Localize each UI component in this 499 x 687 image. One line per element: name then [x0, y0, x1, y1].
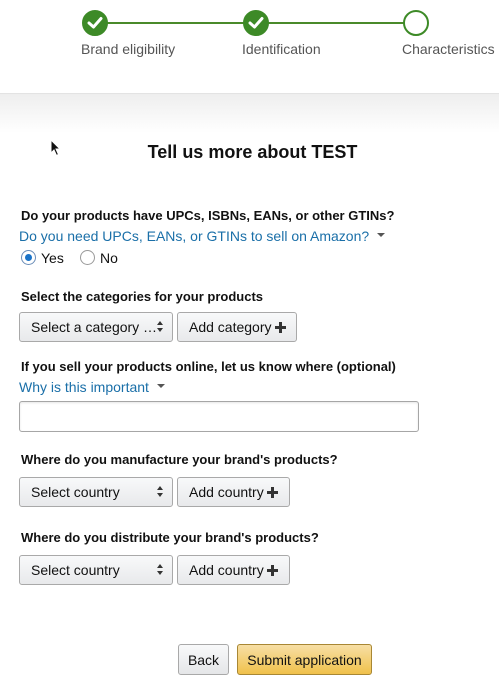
- step-label-identification: Identification: [242, 41, 321, 57]
- caret-down-icon: [377, 233, 386, 238]
- add-category-button[interactable]: Add category: [177, 312, 297, 342]
- manufacture-country-select[interactable]: Select country: [19, 477, 173, 507]
- radio-no[interactable]: [80, 250, 95, 265]
- add-country-label: Add country: [189, 562, 264, 578]
- gtin-help-link[interactable]: Do you need UPCs, EANs, or GTINs to sell…: [19, 228, 386, 244]
- add-manufacture-country-button[interactable]: Add country: [177, 477, 290, 507]
- plus-icon: [275, 322, 286, 333]
- select-arrows-icon: [157, 564, 164, 576]
- plus-icon: [267, 487, 278, 498]
- categories-question: Select the categories for your products: [21, 289, 264, 304]
- why-important-link[interactable]: Why is this important: [19, 379, 165, 395]
- header-separator: [0, 93, 499, 133]
- add-distribute-country-button[interactable]: Add country: [177, 555, 290, 585]
- step-label-brand-eligibility: Brand eligibility: [81, 41, 176, 57]
- distribute-select-value: Select country: [31, 562, 120, 578]
- why-important-link-text[interactable]: Why is this important: [19, 379, 149, 395]
- caret-down-icon: [156, 384, 165, 389]
- select-arrows-icon: [157, 321, 164, 333]
- step-label-characteristics: Characteristics: [402, 41, 495, 57]
- step-2-complete-icon: [243, 10, 269, 36]
- step-connector: [268, 22, 404, 24]
- step-connector: [105, 22, 245, 24]
- gtin-question: Do your products have UPCs, ISBNs, EANs,…: [21, 208, 395, 223]
- progress-stepper: Brand eligibility Identification Charact…: [0, 0, 499, 94]
- step-1-complete-icon: [82, 10, 108, 36]
- step-3-current-icon: [403, 10, 429, 36]
- manufacture-question: Where do you manufacture your brand's pr…: [21, 452, 338, 467]
- add-category-label: Add category: [189, 319, 272, 335]
- back-button[interactable]: Back: [178, 644, 229, 675]
- manufacture-select-value: Select country: [31, 484, 120, 500]
- distribute-country-select[interactable]: Select country: [19, 555, 173, 585]
- plus-icon: [267, 565, 278, 576]
- submit-application-button[interactable]: Submit application: [237, 644, 372, 675]
- select-arrows-icon: [157, 486, 164, 498]
- checkmark-icon: [248, 17, 264, 29]
- radio-yes[interactable]: [21, 250, 36, 265]
- radio-yes-label[interactable]: Yes: [41, 250, 64, 266]
- online-question: If you sell your products online, let us…: [21, 359, 396, 374]
- page-title: Tell us more about TEST: [147, 142, 358, 162]
- online-stores-input[interactable]: [19, 401, 419, 432]
- category-select-value: Select a category …: [31, 319, 158, 335]
- add-country-label: Add country: [189, 484, 264, 500]
- radio-no-label[interactable]: No: [100, 250, 118, 266]
- category-select[interactable]: Select a category …: [19, 312, 173, 342]
- checkmark-icon: [87, 17, 103, 29]
- gtin-help-link-text[interactable]: Do you need UPCs, EANs, or GTINs to sell…: [19, 228, 369, 244]
- distribute-question: Where do you distribute your brand's pro…: [21, 530, 319, 545]
